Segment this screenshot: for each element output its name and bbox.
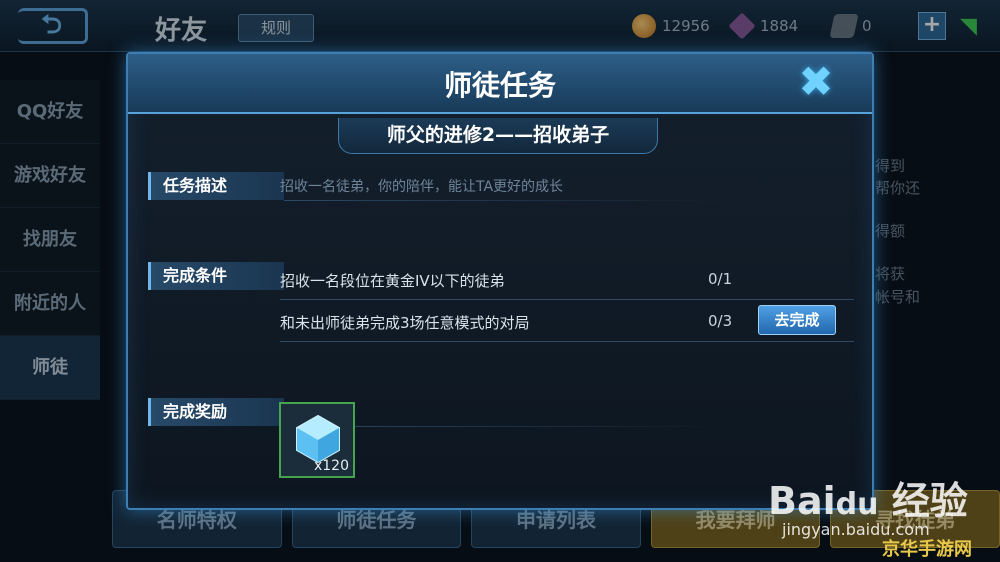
watermark-site: 京华手游网 <box>882 539 972 560</box>
condition-progress: 0/3 <box>708 312 733 330</box>
divider <box>284 200 724 201</box>
condition-text: 和未出师徒弟完成3场任意模式的对局 <box>280 314 530 332</box>
reward-section-label: 完成奖励 <box>148 398 284 426</box>
dialog-title: 师徒任务 <box>443 69 556 102</box>
condition-progress: 0/1 <box>708 270 733 288</box>
blue-crystal-icon <box>296 414 340 464</box>
go-complete-button[interactable]: 去完成 <box>758 305 836 335</box>
task-description: 招收一名徒弟，你的陪伴，能让TA更好的成长 <box>280 179 564 195</box>
desc-section-label: 任务描述 <box>148 172 284 200</box>
mentor-task-dialog: 师徒任务 ✖ 师父的进修2——招收弟子 任务描述 招收一名徒弟，你的陪伴，能让T… <box>126 52 874 510</box>
condition-row: 和未出师徒弟完成3场任意模式的对局 0/3 去完成 <box>280 300 854 342</box>
reward-item[interactable]: x120 <box>279 402 355 478</box>
condition-row: 招收一名段位在黄金IV以下的徒弟 0/1 <box>280 258 854 300</box>
task-subtitle: 师父的进修2——招收弟子 <box>338 118 658 154</box>
dialog-header: 师徒任务 ✖ <box>128 54 872 114</box>
condition-text: 招收一名段位在黄金IV以下的徒弟 <box>280 272 505 290</box>
close-icon[interactable]: ✖ <box>792 60 840 104</box>
watermark-logo: Baidu 经验 <box>768 479 968 523</box>
reward-count: x120 <box>313 458 349 474</box>
cond-section-label: 完成条件 <box>148 262 284 290</box>
